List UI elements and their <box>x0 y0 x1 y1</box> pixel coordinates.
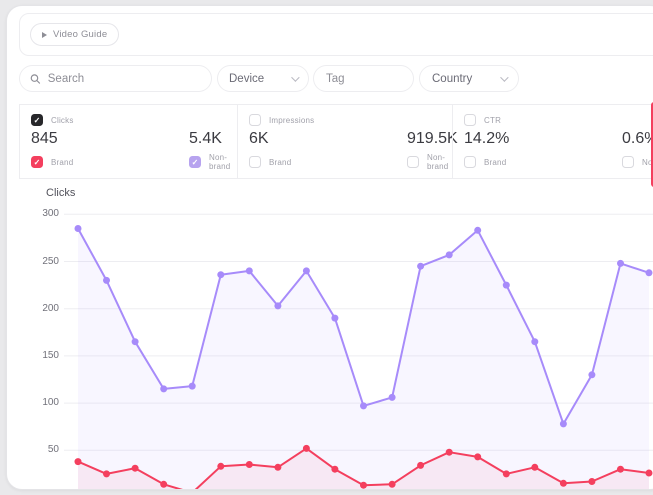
clicks-line-chart <box>7 6 653 490</box>
app-window: Video Guide Device Country Clicks 845 5.… <box>6 5 653 490</box>
